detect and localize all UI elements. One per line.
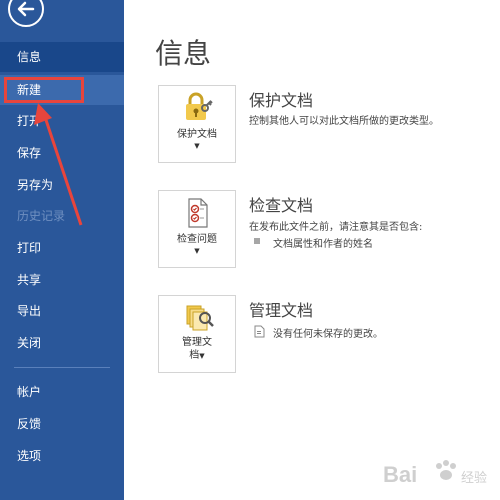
- nav-item-close[interactable]: 关闭: [0, 328, 124, 358]
- protect-document-title: 保护文档: [249, 91, 314, 110]
- manage-document-button-label-line2: 档▼: [189, 350, 205, 361]
- nav-item-export[interactable]: 导出: [0, 296, 124, 326]
- nav-divider: [14, 367, 110, 368]
- check-for-issues-button[interactable]: 检查问题 ▼: [158, 190, 236, 268]
- inspect-document-description: 在发布此文件之前，请注意其是否包含:: [249, 222, 423, 233]
- manage-document-title: 管理文档: [249, 301, 314, 320]
- manage-document-button-label: 管理文: [182, 337, 212, 348]
- lock-key-icon: [186, 92, 213, 120]
- nav-item-options[interactable]: 选项: [0, 441, 124, 471]
- manage-document-icon: [186, 305, 214, 331]
- document-icon: [254, 325, 265, 338]
- manage-document-description: 没有任何未保存的更改。: [273, 329, 383, 340]
- paw-icon: [436, 460, 456, 480]
- protect-document-description: 控制其他人可以对此文档所做的更改类型。: [249, 116, 439, 127]
- nav-item-share[interactable]: 共享: [0, 265, 124, 295]
- protect-document-button-label: 保护文档: [177, 129, 217, 140]
- chevron-down-icon: ▼: [194, 247, 200, 255]
- baidu-watermark: Bai 经验: [381, 452, 496, 496]
- bullet-marker: [254, 238, 260, 244]
- nav-item-account[interactable]: 帐户: [0, 377, 124, 407]
- watermark-text-2: 经验: [461, 470, 487, 486]
- annotation-arrow: [34, 103, 83, 226]
- nav-item-feedback[interactable]: 反馈: [0, 409, 124, 439]
- check-for-issues-button-label: 检查问题: [177, 234, 217, 245]
- inspect-document-title: 检查文档: [249, 196, 314, 215]
- watermark-text: Bai: [383, 462, 417, 487]
- inspect-document-bullet: 文档属性和作者的姓名: [273, 239, 373, 250]
- protect-document-button[interactable]: 保护文档 ▼: [158, 85, 236, 163]
- info-panel: 信息 保护文档 ▼ 保护文档 控制其他人可以对此文档所做的更改类型。 检查问题 …: [124, 0, 500, 500]
- manage-document-button[interactable]: 管理文 档▼: [158, 295, 236, 373]
- chevron-down-icon: ▼: [194, 142, 200, 150]
- inspect-document-icon: [188, 198, 208, 228]
- page-title: 信息: [155, 37, 212, 70]
